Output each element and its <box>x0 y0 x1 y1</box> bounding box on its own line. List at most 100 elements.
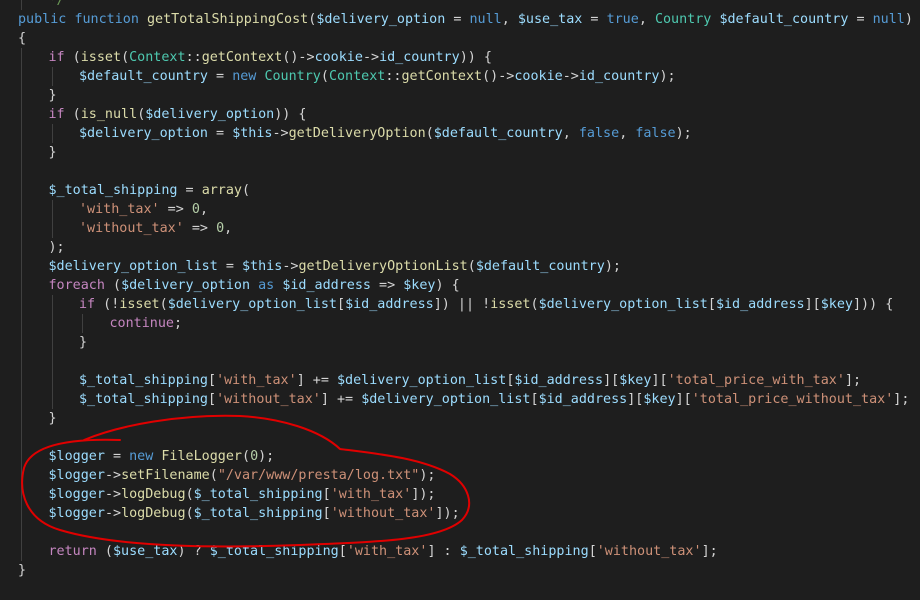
code-line[interactable]: $logger->logDebug($_total_shipping['with… <box>0 485 920 504</box>
code-line[interactable]: { <box>0 29 920 48</box>
code-token: ]; <box>893 392 910 407</box>
code-line[interactable]: */ <box>0 0 920 10</box>
code-token: = <box>217 259 242 274</box>
code-token: 'without_tax' <box>79 221 184 236</box>
code-line[interactable]: } <box>0 333 920 352</box>
indent-guide <box>21 162 22 181</box>
code-text: } <box>49 86 57 105</box>
code-line[interactable]: } <box>0 86 920 105</box>
code-token: $key <box>820 297 853 312</box>
code-line[interactable]: $default_country = new Country(Context::… <box>0 67 920 86</box>
code-token: ); <box>48 240 65 255</box>
code-line[interactable]: 'without_tax' => 0, <box>0 219 920 238</box>
code-token: ( <box>64 107 81 122</box>
code-line[interactable]: continue; <box>0 314 920 333</box>
code-lines[interactable]: */public function getTotalShippingCost($… <box>0 0 920 599</box>
code-line[interactable]: $logger->logDebug($_total_shipping['with… <box>0 504 920 523</box>
code-line[interactable]: if (is_null($delivery_option)) { <box>0 105 920 124</box>
indent-guide <box>51 200 53 219</box>
code-token: new <box>232 69 257 84</box>
code-token: Context <box>328 69 386 84</box>
code-token: array <box>201 183 242 198</box>
code-text: } <box>18 561 26 580</box>
code-token: = <box>848 12 873 27</box>
code-line[interactable] <box>0 580 920 599</box>
code-token: [ <box>322 487 331 502</box>
code-text: $_total_shipping['with_tax'] += $deliver… <box>79 371 861 390</box>
code-token: $delivery_option_list <box>361 392 531 407</box>
code-token: -> <box>104 506 122 521</box>
code-token: null <box>469 12 502 27</box>
code-line[interactable] <box>0 162 920 181</box>
code-line[interactable]: $logger = new FileLogger(0); <box>0 447 920 466</box>
code-token: getDeliveryOptionList <box>298 259 468 274</box>
code-token: $this <box>232 126 273 141</box>
code-token: ])) { <box>853 297 894 312</box>
code-token: Context <box>129 50 186 65</box>
indent-guide <box>21 200 22 219</box>
code-token: isset <box>490 297 531 312</box>
indent-guide <box>21 371 22 390</box>
indent-guide <box>21 238 22 257</box>
code-token: $id_address <box>538 392 628 407</box>
code-line[interactable] <box>0 428 920 447</box>
indent-guide <box>21 295 22 314</box>
code-token: (! <box>95 297 120 312</box>
code-token: if <box>48 107 65 122</box>
code-editor[interactable]: */public function getTotalShippingCost($… <box>0 0 920 600</box>
code-token: $logger <box>48 468 105 483</box>
code-line[interactable]: public function getTotalShippingCost($de… <box>0 10 920 29</box>
code-line[interactable]: } <box>0 143 920 162</box>
code-line[interactable]: if (isset(Context::getContext()->cookie-… <box>0 48 920 67</box>
code-token: if <box>48 50 65 65</box>
indent-guide <box>51 295 53 314</box>
code-line[interactable] <box>0 352 920 371</box>
code-token: getContext <box>401 69 483 84</box>
code-text: 'without_tax' => 0, <box>79 219 232 238</box>
code-token: isset <box>119 297 160 312</box>
code-line[interactable]: $_total_shipping = array( <box>0 181 920 200</box>
code-token: ( <box>425 126 434 141</box>
indent-guide <box>21 333 22 352</box>
code-line[interactable] <box>0 523 920 542</box>
indent-guide <box>21 390 22 409</box>
code-token: -> <box>104 468 122 483</box>
code-line[interactable]: } <box>0 561 920 580</box>
code-text: if (!isset($delivery_option_list[$id_add… <box>79 295 893 314</box>
code-line[interactable]: foreach ($delivery_option as $id_address… <box>0 276 920 295</box>
code-token: $delivery_option_list <box>48 259 218 274</box>
code-token: $logger <box>48 506 105 521</box>
code-text: } <box>49 143 57 162</box>
code-token: ) { <box>435 278 460 293</box>
code-token: ][ <box>675 392 692 407</box>
code-token: public <box>18 12 67 27</box>
code-line[interactable]: $_total_shipping['with_tax'] += $deliver… <box>0 371 920 390</box>
code-token: } <box>48 145 57 160</box>
code-token: 'total_price_without_tax' <box>691 392 894 407</box>
code-token: 'with_tax' <box>330 487 412 502</box>
code-token: ( <box>96 544 113 559</box>
code-line[interactable]: 'with_tax' => 0, <box>0 200 920 219</box>
code-line[interactable]: $delivery_option_list = $this->getDelive… <box>0 257 920 276</box>
code-token: [ <box>208 373 217 388</box>
code-token: Country <box>264 69 321 84</box>
code-token: $logger <box>48 449 105 464</box>
code-token: 'with_tax' <box>216 373 297 388</box>
code-line[interactable]: $logger->setFilename("/var/www/presta/lo… <box>0 466 920 485</box>
code-text: $delivery_option_list = $this->getDelive… <box>49 257 621 276</box>
code-token: 'without_tax' <box>596 544 702 559</box>
indent-guide <box>21 124 22 143</box>
code-token: $_total_shipping <box>193 506 323 521</box>
code-token: $delivery_option <box>145 107 275 122</box>
code-token: => <box>183 221 217 236</box>
code-token: ( <box>64 50 81 65</box>
code-line[interactable]: if (!isset($delivery_option_list[$id_add… <box>0 295 920 314</box>
code-line[interactable]: $delivery_option = $this->getDeliveryOpt… <box>0 124 920 143</box>
code-token: , <box>638 12 655 27</box>
code-line[interactable]: $_total_shipping['without_tax'] += $deli… <box>0 390 920 409</box>
code-line[interactable]: return ($use_tax) ? $_total_shipping['wi… <box>0 542 920 561</box>
code-line[interactable]: } <box>0 409 920 428</box>
code-line[interactable]: ); <box>0 238 920 257</box>
code-token: -> <box>282 259 299 274</box>
